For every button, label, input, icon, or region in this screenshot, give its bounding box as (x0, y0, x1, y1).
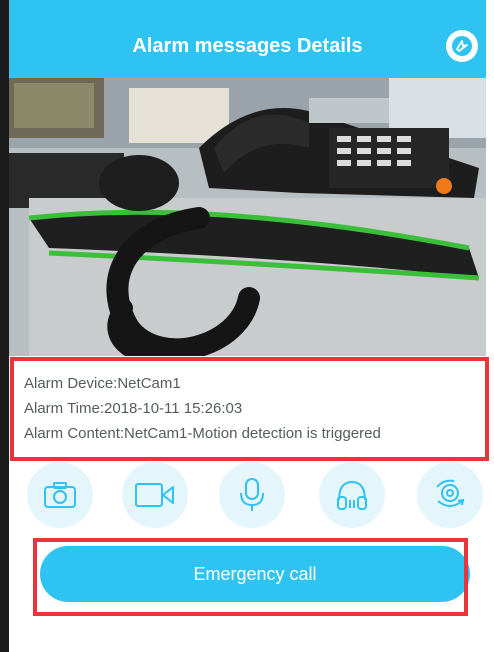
control-toolbar (9, 462, 486, 528)
emergency-call-highlight (33, 538, 468, 616)
header-action-button[interactable] (446, 30, 478, 62)
edit-share-icon (452, 36, 472, 56)
talk-button[interactable] (219, 462, 285, 528)
status-bar (9, 0, 486, 14)
record-button[interactable] (122, 462, 188, 528)
snapshot-button[interactable] (27, 462, 93, 528)
alarm-content-text: Alarm Content:NetCam1-Motion detection i… (24, 425, 381, 442)
alarm-device-text: Alarm Device:NetCam1 (24, 375, 181, 392)
rotate-camera-icon (436, 479, 465, 507)
video-icon (135, 483, 174, 507)
alarm-info-panel: Alarm Device:NetCam1 Alarm Time:2018-10-… (10, 357, 489, 461)
camera-icon (44, 482, 76, 508)
microphone-icon (240, 478, 264, 511)
header-bar: Alarm messages Details (9, 14, 486, 78)
listen-button[interactable] (319, 462, 385, 528)
screen-edge (0, 0, 9, 652)
camera-snapshot-image (9, 78, 486, 356)
rotate-button[interactable] (417, 462, 483, 528)
camera-scene (9, 78, 486, 356)
page-title: Alarm messages Details (132, 35, 363, 57)
headphones-icon (337, 480, 367, 510)
alarm-time-text: Alarm Time:2018-10-11 15:26:03 (24, 400, 243, 417)
app-screen: Alarm messages Details Alarm Device:NetC… (0, 0, 494, 652)
